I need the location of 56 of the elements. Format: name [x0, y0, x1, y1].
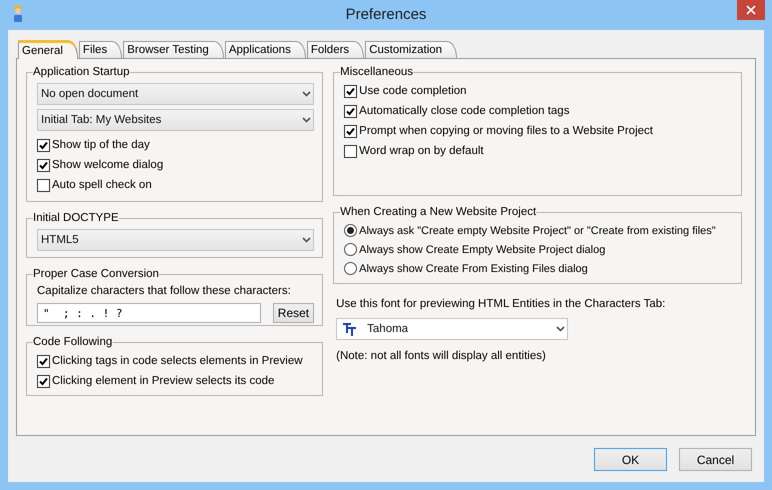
dialog-button[interactable]: OK	[594, 448, 667, 471]
checkbox[interactable]	[37, 354, 50, 368]
group-title: Initial DOCTYPE	[33, 212, 119, 224]
checkbox[interactable]	[344, 144, 358, 158]
dialog-button[interactable]: Cancel	[679, 448, 752, 471]
radio-button[interactable]	[344, 224, 358, 237]
group-title: Proper Case Conversion	[33, 268, 159, 280]
checkbox[interactable]	[344, 124, 358, 138]
radio-label: Always show Create Empty Website Project dialog	[359, 244, 606, 256]
checkbox[interactable]	[344, 104, 358, 118]
dropdown[interactable]: Initial Tab: My Websites	[37, 109, 314, 131]
checkbox[interactable]	[37, 374, 50, 388]
tab[interactable]: Customization	[365, 41, 458, 58]
dropdown[interactable]: No open document	[37, 83, 314, 105]
group-title: Code Following	[33, 336, 112, 348]
font-dropdown[interactable]: Tahoma	[336, 318, 568, 340]
checkbox-label: Word wrap on by default	[359, 145, 484, 157]
close-icon	[746, 5, 756, 15]
note-text: (Note: not all fonts will display all entities)	[336, 349, 547, 364]
checkbox-label: Clicking element in Preview selects its code	[52, 375, 274, 387]
radio-label: Always show Create From Existing Files dialog	[359, 262, 588, 274]
tab[interactable]: Browser Testing	[123, 41, 224, 58]
app-icon	[12, 6, 24, 22]
tab[interactable]: Applications	[224, 41, 306, 58]
checkbox-label: Automatically close code completion tags	[359, 105, 570, 117]
tab[interactable]: Files	[78, 41, 122, 58]
reset-button[interactable]: Reset	[272, 303, 314, 323]
checkbox[interactable]	[37, 178, 50, 192]
input-field[interactable]: " ; : . ! ?	[37, 303, 261, 323]
chevron-icon	[556, 326, 566, 332]
checkbox-label: Clicking tags in code selects elements in Preview	[52, 355, 303, 367]
field-label: Use this font for previewing HTML Entities in the Characters Tab:	[336, 297, 666, 312]
group-title: Miscellaneous	[340, 66, 414, 78]
group-title: When Creating a New Website Project	[340, 206, 536, 218]
radio-button[interactable]	[344, 243, 358, 256]
checkbox-label: Auto spell check on	[52, 179, 152, 191]
group-title: Application Startup	[33, 66, 130, 78]
chevron-icon	[302, 237, 312, 243]
tab[interactable]: General	[18, 40, 78, 59]
close-button[interactable]	[737, 0, 765, 20]
field-label: Capitalize characters that follow these characters:	[37, 284, 292, 299]
checkbox[interactable]	[37, 138, 50, 152]
checkbox-label: Show welcome dialog	[52, 159, 164, 171]
radio-button[interactable]	[344, 262, 358, 275]
checkbox-label: Show tip of the day	[52, 139, 150, 151]
font-icon	[343, 322, 358, 336]
checkbox[interactable]	[37, 158, 50, 172]
checkbox-label: Prompt when copying or moving files to a Website Project	[359, 125, 653, 137]
radio-label: Always ask "Create empty Website Project" or "Create from existing files"	[359, 224, 716, 236]
chevron-icon	[302, 117, 312, 123]
window-title: Preferences	[346, 6, 426, 23]
checkbox[interactable]	[344, 84, 358, 98]
checkbox-label: Use code completion	[359, 85, 467, 97]
tab[interactable]: Folders	[306, 41, 364, 58]
dropdown[interactable]: HTML5	[37, 229, 314, 251]
chevron-icon	[302, 91, 312, 97]
